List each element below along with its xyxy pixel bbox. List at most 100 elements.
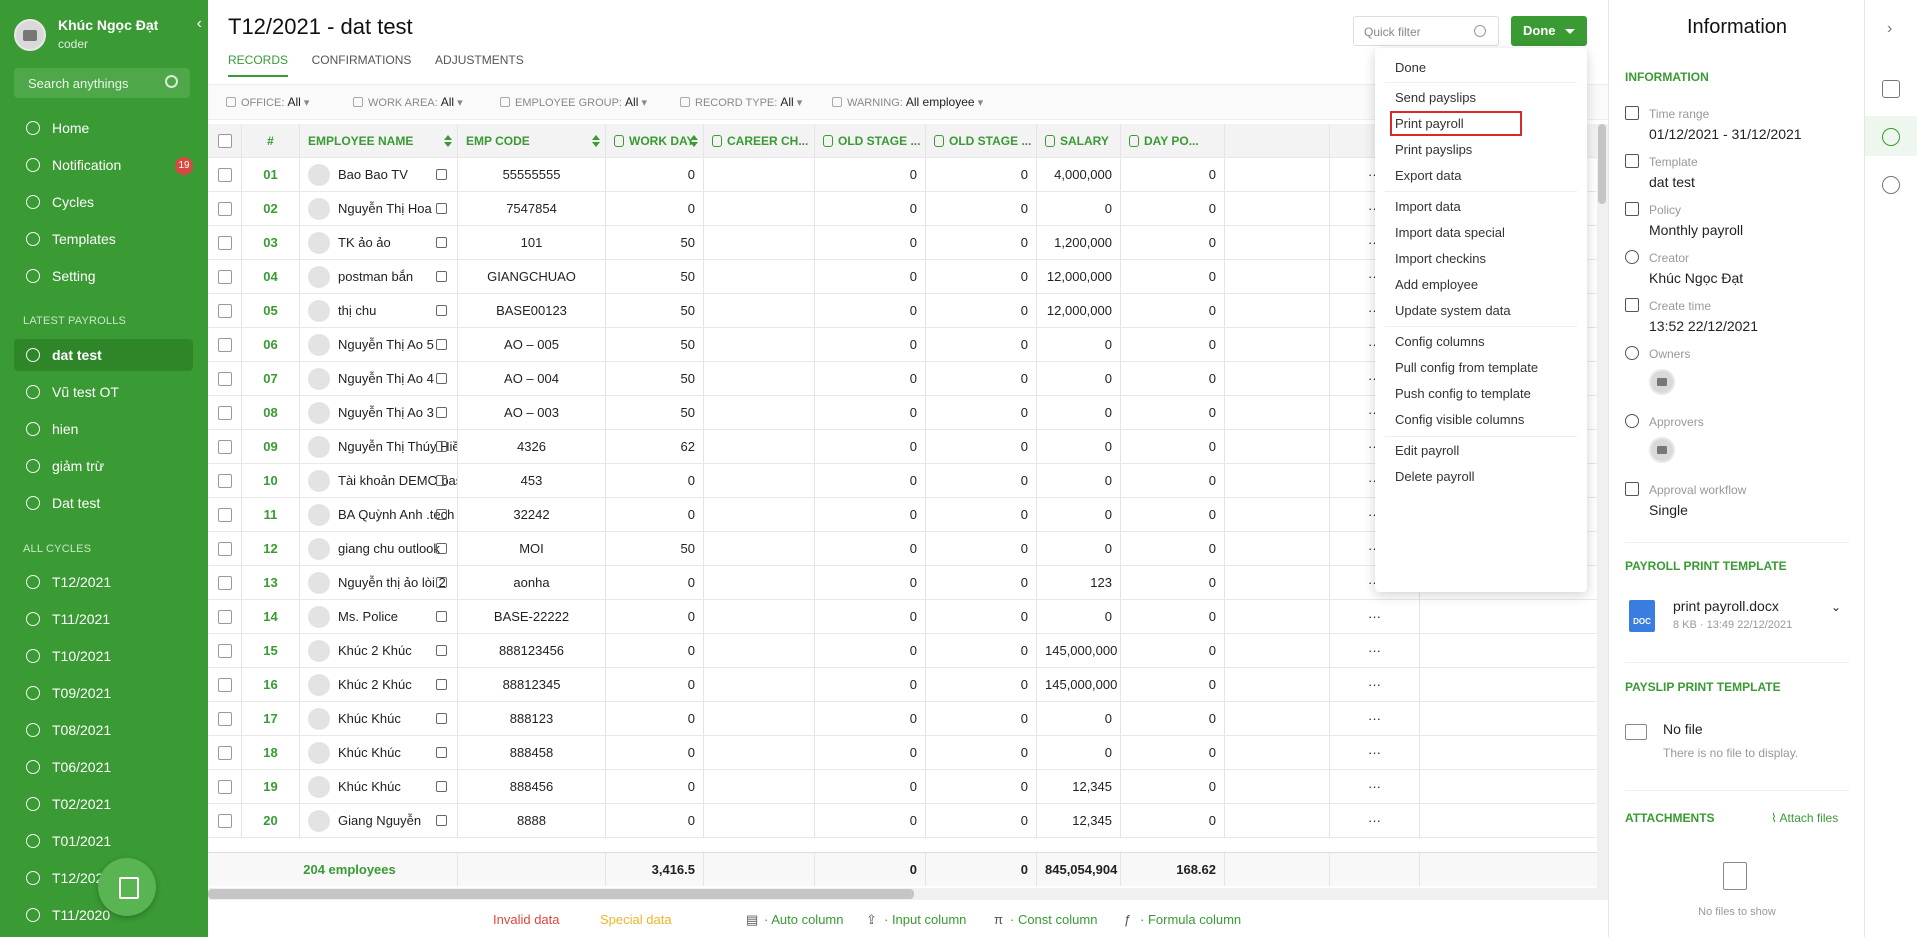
column-header[interactable]: SALARY <box>1037 124 1121 157</box>
done-button[interactable]: Done <box>1511 16 1587 46</box>
row-checkbox[interactable] <box>217 202 232 216</box>
sort-icon[interactable] <box>444 135 452 147</box>
open-external-icon[interactable] <box>436 679 447 690</box>
row-checkbox[interactable] <box>217 780 232 794</box>
column-header[interactable]: OLD STAGE ... <box>815 124 926 157</box>
menu-item-export-data[interactable]: Export data <box>1395 168 1462 183</box>
vertical-scrollbar[interactable] <box>1597 124 1608 888</box>
menu-item-done[interactable]: Done <box>1395 60 1426 75</box>
open-external-icon[interactable] <box>436 815 447 826</box>
open-external-icon[interactable] <box>436 305 447 316</box>
latest-payroll-item[interactable]: hien <box>14 413 193 445</box>
filter-office[interactable]: OFFICE: All ▾ <box>226 95 309 109</box>
employee-name-cell[interactable]: thị chu <box>300 294 458 327</box>
row-checkbox[interactable] <box>217 236 232 250</box>
menu-item-print-payslips[interactable]: Print payslips <box>1395 142 1472 157</box>
cycle-item[interactable]: T08/2021 <box>14 714 193 746</box>
employee-name-cell[interactable]: giang chu outlook <box>300 532 458 565</box>
latest-payroll-item[interactable]: giảm trừ <box>14 450 193 482</box>
cycle-item[interactable]: T11/2021 <box>14 603 193 635</box>
open-external-icon[interactable] <box>436 509 447 520</box>
row-action-button[interactable]: ··· <box>1330 600 1420 633</box>
sidebar-item-cycles[interactable]: Cycles <box>14 186 193 218</box>
employee-name-cell[interactable]: Khúc 2 Khúc <box>300 634 458 667</box>
employee-name-cell[interactable]: Khúc Khúc <box>300 702 458 735</box>
user-profile[interactable]: Khúc Ngọc Đạt coder <box>14 15 204 55</box>
row-checkbox[interactable] <box>217 406 232 420</box>
latest-payroll-item[interactable]: dat test <box>14 339 193 371</box>
open-external-icon[interactable] <box>436 339 447 350</box>
row-action-button[interactable]: ··· <box>1330 804 1420 837</box>
owner-avatar[interactable] <box>1649 369 1675 395</box>
quick-filter-input[interactable]: Quick filter <box>1353 16 1499 46</box>
latest-payroll-item[interactable]: Vũ test OT <box>14 376 193 408</box>
column-header[interactable]: EMPLOYEE NAME <box>300 124 458 157</box>
column-header[interactable]: WORK DAY <box>606 124 704 157</box>
open-external-icon[interactable] <box>436 271 447 282</box>
cycle-item[interactable]: T02/2021 <box>14 788 193 820</box>
history-button[interactable] <box>1865 164 1917 204</box>
row-checkbox[interactable] <box>217 746 232 760</box>
row-action-button[interactable]: ··· <box>1330 736 1420 769</box>
cycle-item[interactable]: T09/2021 <box>14 677 193 709</box>
filter-work-area[interactable]: WORK AREA: All ▾ <box>353 95 463 109</box>
row-checkbox[interactable] <box>217 712 232 726</box>
row-checkbox[interactable] <box>217 474 232 488</box>
tab-confirmations[interactable]: CONFIRMATIONS <box>312 53 412 75</box>
row-action-button[interactable]: ··· <box>1330 770 1420 803</box>
filter-record-type[interactable]: RECORD TYPE: All ▾ <box>680 95 802 109</box>
sidebar-item-notification[interactable]: Notification 19 <box>14 149 193 181</box>
column-header[interactable]: CAREER CH... <box>704 124 815 157</box>
column-header[interactable]: EMP CODE <box>458 124 606 157</box>
sidebar-item-templates[interactable]: Templates <box>14 223 193 255</box>
row-checkbox[interactable] <box>217 814 232 828</box>
open-external-icon[interactable] <box>436 441 447 452</box>
open-external-icon[interactable] <box>436 611 447 622</box>
tab-records[interactable]: RECORDS <box>228 53 289 77</box>
row-checkbox[interactable] <box>217 610 232 624</box>
open-external-icon[interactable] <box>436 577 447 588</box>
menu-item-import-checkins[interactable]: Import checkins <box>1395 251 1486 266</box>
employee-name-cell[interactable]: Nguyễn thị ảo lòi 2 <box>300 566 458 599</box>
row-checkbox[interactable] <box>217 304 232 318</box>
horizontal-scrollbar[interactable] <box>208 888 1608 900</box>
cycle-item[interactable]: T12/2021 <box>14 566 193 598</box>
menu-item-config-columns[interactable]: Config columns <box>1395 334 1485 349</box>
column-header[interactable]: # <box>242 124 300 157</box>
menu-item-delete-payroll[interactable]: Delete payroll <box>1395 469 1475 484</box>
sidebar-item-home[interactable]: Home <box>14 112 193 144</box>
table-row[interactable]: 14 Ms. Police BASE-22222 0 0 0 0 0 ··· <box>208 600 1597 634</box>
column-header[interactable]: OLD STAGE ... <box>926 124 1037 157</box>
table-row[interactable]: 18 Khúc Khúc 888458 0 0 0 0 0 ··· <box>208 736 1597 770</box>
table-row[interactable]: 15 Khúc 2 Khúc 888123456 0 0 0 145,000,000 0 ··· <box>208 634 1597 668</box>
row-checkbox[interactable] <box>217 576 232 590</box>
employee-name-cell[interactable]: Bao Bao TV <box>300 158 458 191</box>
table-row[interactable]: 20 Giang Nguyễn 8888 0 0 0 12,345 0 ··· <box>208 804 1597 838</box>
cycle-item[interactable]: T10/2021 <box>14 640 193 672</box>
row-checkbox[interactable] <box>217 678 232 692</box>
menu-item-print-payroll[interactable]: Print payroll <box>1390 111 1522 136</box>
approver-avatar[interactable] <box>1649 437 1675 463</box>
sort-icon[interactable] <box>592 135 600 147</box>
chevron-down-icon[interactable]: ⌄ <box>1831 600 1841 614</box>
menu-item-add-employee[interactable]: Add employee <box>1395 277 1478 292</box>
employee-name-cell[interactable]: Khúc Khúc <box>300 736 458 769</box>
open-external-icon[interactable] <box>436 373 447 384</box>
collapse-sidebar-icon[interactable]: ‹ <box>197 15 202 33</box>
employee-name-cell[interactable]: TK ảo ảo <box>300 226 458 259</box>
row-checkbox[interactable] <box>217 270 232 284</box>
menu-item-edit-payroll[interactable]: Edit payroll <box>1395 443 1459 458</box>
employee-name-cell[interactable]: Nguyễn Thị Hoa <box>300 192 458 225</box>
info-button[interactable] <box>1865 116 1917 156</box>
menu-item-config-visible-columns[interactable]: Config visible columns <box>1395 412 1524 427</box>
employee-name-cell[interactable]: Khúc 2 Khúc <box>300 668 458 701</box>
row-checkbox[interactable] <box>217 440 232 454</box>
expand-panel-button[interactable]: › <box>1865 10 1917 50</box>
employee-name-cell[interactable]: postman bắn <box>300 260 458 293</box>
menu-item-import-data[interactable]: Import data <box>1395 199 1461 214</box>
table-row[interactable]: 16 Khúc 2 Khúc 88812345 0 0 0 145,000,000 0 ··· <box>208 668 1597 702</box>
menu-item-push-config-to-template[interactable]: Push config to template <box>1395 386 1531 401</box>
template-file-name[interactable]: print payroll.docx <box>1673 598 1779 614</box>
open-external-icon[interactable] <box>436 169 447 180</box>
quick-task-button[interactable] <box>98 858 156 916</box>
